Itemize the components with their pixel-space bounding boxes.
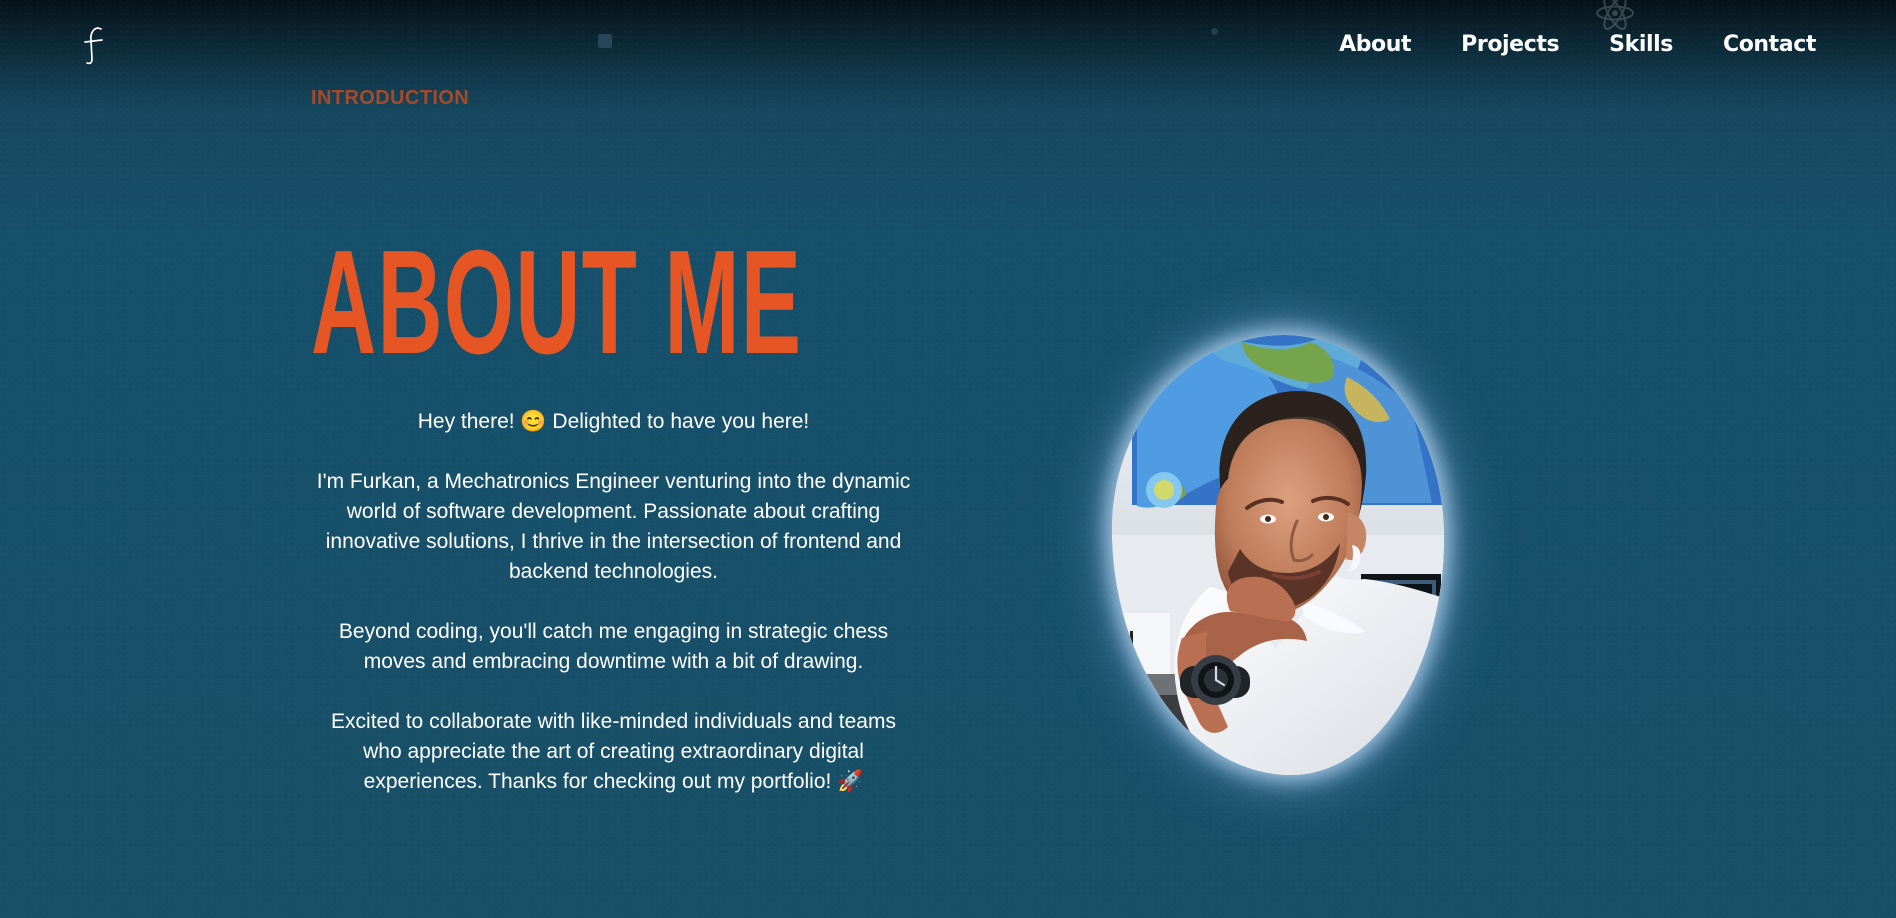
about-description: Hey there! 😊 Delighted to have you here!… [312, 407, 915, 797]
page-title: ABOUT ME [311, 220, 803, 386]
profile-portrait [1112, 335, 1444, 775]
script-f-logo-icon[interactable] [78, 24, 112, 66]
background-dot-decoration [1211, 28, 1218, 35]
about-paragraph-collaboration: Excited to collaborate with like-minded … [331, 710, 896, 793]
nav-link-skills[interactable]: Skills [1609, 32, 1673, 57]
background-square-decoration [598, 34, 612, 48]
about-paragraph-greeting: Hey there! 😊 Delighted to have you here! [417, 410, 810, 433]
section-eyebrow: INTRODUCTION [311, 87, 470, 109]
background-texture [0, 0, 1896, 918]
atom-icon [1590, 0, 1640, 32]
nav-link-about[interactable]: About [1339, 32, 1411, 57]
about-paragraph-hobbies: Beyond coding, you'll catch me engaging … [338, 620, 889, 673]
main-navigation: About Projects Skills Contact [1339, 32, 1816, 57]
nav-link-projects[interactable]: Projects [1461, 32, 1559, 57]
nav-link-contact[interactable]: Contact [1723, 32, 1816, 57]
about-paragraph-introduction: I'm Furkan, a Mechatronics Engineer vent… [316, 470, 911, 583]
